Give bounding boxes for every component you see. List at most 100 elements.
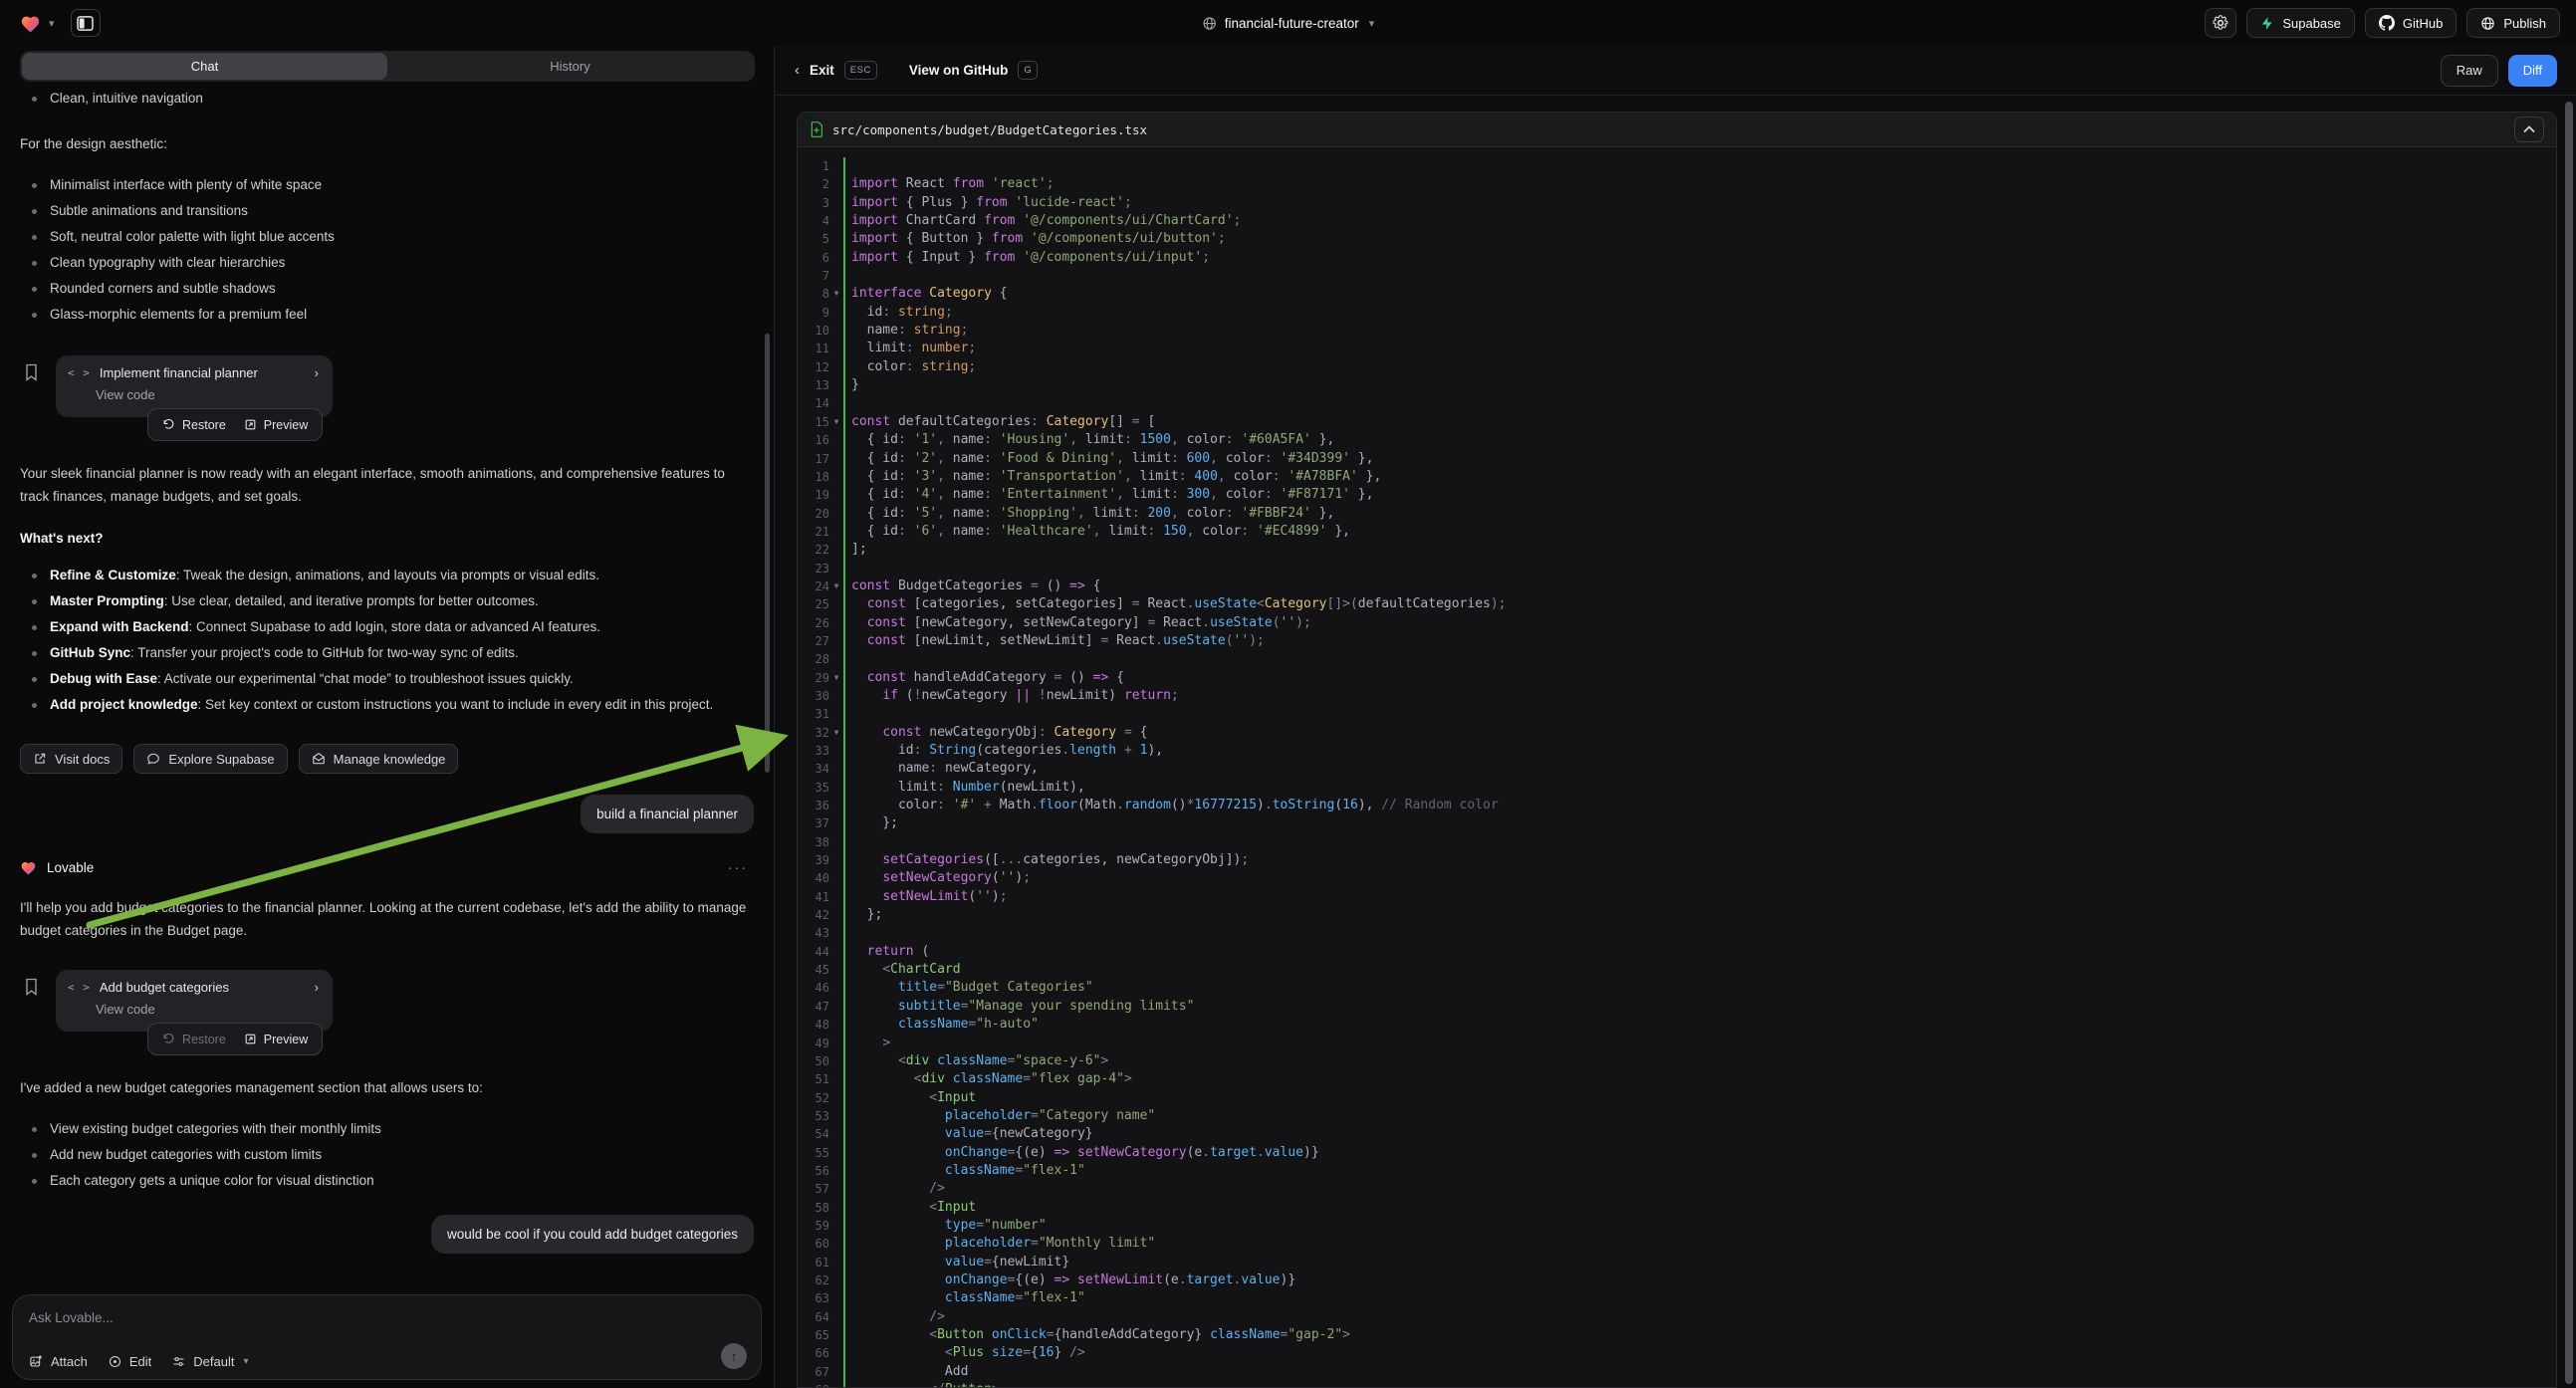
code-line: 57 /> bbox=[798, 1180, 2556, 1198]
code-token: . bbox=[1031, 798, 1039, 812]
code-token: '2' bbox=[914, 451, 937, 466]
code-line: 40 setNewCategory(''); bbox=[798, 869, 2556, 887]
fold-chevron-icon[interactable]: ▼ bbox=[829, 578, 843, 595]
code-token: React bbox=[1116, 633, 1155, 648]
code-token: : bbox=[906, 359, 922, 374]
code-token: : bbox=[1265, 451, 1281, 466]
github-button[interactable]: GitHub bbox=[2365, 8, 2457, 38]
button-label: Manage knowledge bbox=[334, 752, 446, 767]
fold-chevron-icon[interactable]: ▼ bbox=[829, 724, 843, 742]
code-token: 'Entertainment' bbox=[1000, 487, 1116, 502]
line-number: 5 bbox=[798, 230, 829, 248]
restore-button[interactable]: Restore bbox=[162, 1033, 226, 1046]
supabase-button[interactable]: Supabase bbox=[2246, 8, 2355, 38]
line-number: 34 bbox=[798, 760, 829, 778]
file-header[interactable]: src/components/budget/BudgetCategories.t… bbox=[798, 113, 2556, 147]
line-number: 14 bbox=[798, 394, 829, 412]
bookmark-icon[interactable] bbox=[24, 978, 39, 996]
chevron-down-icon[interactable]: ▾ bbox=[49, 17, 55, 30]
gutter-spacer bbox=[829, 1107, 843, 1125]
toggle-sidebar-button[interactable] bbox=[71, 9, 101, 37]
code-editor[interactable]: 12import React from 'react';3import { Pl… bbox=[798, 148, 2556, 1387]
code-token: 'Transportation' bbox=[1000, 469, 1124, 484]
code-line: 15▼const defaultCategories: Category[] =… bbox=[798, 413, 2556, 431]
attach-button[interactable]: Attach bbox=[29, 1354, 88, 1369]
code-token: import bbox=[851, 250, 906, 265]
explore-supabase-button[interactable]: Explore Supabase bbox=[133, 744, 287, 774]
code-token: 400 bbox=[1194, 469, 1217, 484]
code-text: placeholder="Monthly limit" bbox=[843, 1235, 2556, 1253]
code-token: : bbox=[984, 451, 1000, 466]
exit-button[interactable]: Exit bbox=[810, 63, 834, 78]
code-token: 1500 bbox=[1140, 432, 1171, 447]
collapse-file-button[interactable] bbox=[2514, 116, 2544, 142]
tab-chat[interactable]: Chat bbox=[22, 53, 387, 80]
code-token: '4' bbox=[914, 487, 937, 502]
manage-knowledge-button[interactable]: Manage knowledge bbox=[299, 744, 459, 774]
project-name: financial-future-creator bbox=[1225, 16, 1359, 31]
line-number: 25 bbox=[798, 595, 829, 613]
code-token: (categories bbox=[976, 743, 1061, 758]
mode-select[interactable]: Default ▾ bbox=[171, 1354, 248, 1369]
preview-button[interactable]: Preview bbox=[244, 418, 308, 432]
publish-button[interactable]: Publish bbox=[2466, 8, 2560, 38]
fold-chevron-icon[interactable]: ▼ bbox=[829, 413, 843, 431]
code-token: useState bbox=[1210, 615, 1273, 630]
view-on-github-link[interactable]: View on GitHub bbox=[909, 63, 1009, 78]
settings-button[interactable] bbox=[2205, 8, 2236, 38]
code-token: id bbox=[851, 743, 914, 758]
gutter-spacer bbox=[829, 1217, 843, 1235]
code-token: , bbox=[1116, 487, 1132, 502]
visit-docs-button[interactable]: Visit docs bbox=[20, 744, 122, 774]
preview-button[interactable]: Preview bbox=[244, 1033, 308, 1046]
code-token: const bbox=[867, 670, 914, 685]
code-text: id: string; bbox=[843, 304, 2556, 322]
edit-button[interactable]: Edit bbox=[108, 1354, 151, 1369]
bullet-list: Clean, intuitive navigation bbox=[20, 86, 754, 112]
diff-toggle-button[interactable]: Diff bbox=[2508, 55, 2557, 87]
chevron-right-icon[interactable]: › bbox=[315, 365, 319, 380]
file-path: src/components/budget/BudgetCategories.t… bbox=[832, 122, 2505, 137]
code-token: newCategoryObj bbox=[929, 725, 1039, 740]
code-text: const [newLimit, setNewLimit] = React.us… bbox=[843, 632, 2556, 650]
chevron-right-icon[interactable]: › bbox=[315, 980, 319, 995]
tab-history[interactable]: History bbox=[387, 53, 753, 80]
code-scrollbar[interactable] bbox=[2565, 102, 2573, 1384]
code-view-panel: ‹ Exit ESC View on GitHub G Raw Diff src… bbox=[774, 46, 2576, 1388]
chat-scrollbar[interactable] bbox=[765, 334, 770, 773]
code-token: ; bbox=[961, 323, 969, 338]
list-item-lead: Master Prompting bbox=[50, 593, 164, 608]
line-number: 31 bbox=[798, 705, 829, 723]
code-token: className bbox=[945, 1290, 1015, 1305]
view-code-link[interactable]: View code bbox=[96, 387, 321, 402]
code-text: name: newCategory, bbox=[843, 760, 2556, 778]
gutter-spacer bbox=[829, 1125, 843, 1143]
code-token: = bbox=[1031, 1108, 1039, 1123]
gutter-spacer bbox=[829, 1180, 843, 1198]
gutter-spacer bbox=[829, 322, 843, 340]
code-line: 11 limit: number; bbox=[798, 340, 2556, 357]
code-token: = bbox=[1124, 725, 1140, 740]
view-code-link[interactable]: View code bbox=[96, 1002, 321, 1017]
restore-button[interactable]: Restore bbox=[162, 418, 226, 432]
gutter-spacer bbox=[829, 1035, 843, 1052]
code-line: 21 { id: '6', name: 'Healthcare', limit:… bbox=[798, 523, 2556, 541]
code-text: if (!newCategory || !newLimit) return; bbox=[843, 687, 2556, 705]
code-text: setNewLimit(''); bbox=[843, 888, 2556, 906]
project-switcher[interactable]: financial-future-creator ▾ bbox=[1202, 0, 1375, 46]
fold-chevron-icon[interactable]: ▼ bbox=[829, 285, 843, 303]
fold-chevron-icon[interactable]: ▼ bbox=[829, 669, 843, 687]
message-menu-button[interactable]: ··· bbox=[728, 859, 748, 875]
code-token: div bbox=[906, 1053, 937, 1068]
back-chevron-icon[interactable]: ‹ bbox=[795, 62, 800, 79]
lovable-logo-icon[interactable] bbox=[20, 14, 41, 33]
prompt-input[interactable] bbox=[29, 1310, 745, 1325]
send-button[interactable]: ↑ bbox=[721, 1343, 747, 1369]
code-token: ) bbox=[992, 889, 1000, 904]
list-item: Glass-morphic elements for a premium fee… bbox=[20, 302, 754, 328]
supabase-icon bbox=[2260, 16, 2274, 31]
bookmark-icon[interactable] bbox=[24, 363, 39, 381]
code-token: "Manage your spending limits" bbox=[968, 999, 1194, 1014]
raw-toggle-button[interactable]: Raw bbox=[2441, 55, 2498, 87]
line-number: 26 bbox=[798, 614, 829, 632]
